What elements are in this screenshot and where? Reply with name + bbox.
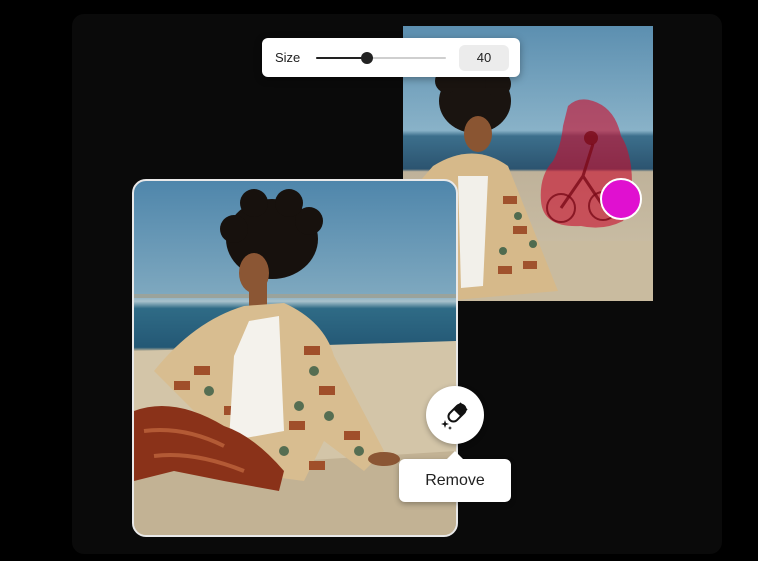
brush-cursor [600, 178, 642, 220]
eraser-icon [441, 402, 468, 430]
eraser-button[interactable] [426, 386, 484, 444]
size-value-field[interactable]: 40 [459, 45, 509, 71]
remove-button[interactable]: Remove [399, 451, 511, 502]
slider-fill [316, 57, 367, 59]
slider-thumb[interactable] [360, 52, 373, 64]
brush-size-toolbar: Size 40 [262, 38, 520, 77]
size-label: Size [275, 50, 301, 65]
brush-size-slider[interactable] [316, 52, 446, 64]
